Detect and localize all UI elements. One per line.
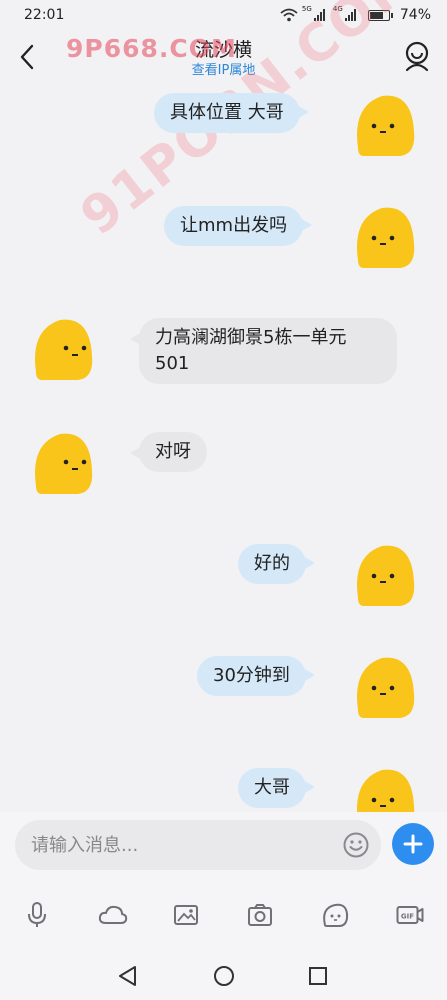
yellow-blob-avatar-icon <box>35 433 93 494</box>
microphone-icon <box>28 902 46 927</box>
message-bubble-outgoing[interactable]: 30分钟到 <box>197 656 315 696</box>
more-actions-button[interactable] <box>392 823 434 865</box>
yellow-blob-avatar-icon <box>357 95 415 156</box>
yellow-blob-avatar-icon <box>357 657 415 718</box>
emoji-button[interactable] <box>342 831 370 859</box>
message-text: 大哥 <box>254 777 290 798</box>
message-bubble-incoming[interactable]: 力高澜湖御景5栋一单元 501 <box>130 318 397 384</box>
nav-home-button[interactable] <box>212 964 236 988</box>
sticker-icon <box>323 903 349 927</box>
watermark-top: 9P668.COM <box>66 34 237 63</box>
my-avatar[interactable] <box>350 204 418 270</box>
my-avatar[interactable] <box>350 766 418 812</box>
message-input[interactable] <box>15 820 381 870</box>
square-recents-icon <box>309 967 327 985</box>
message-text: 让mm出发吗 <box>180 215 288 236</box>
message-text: 30分钟到 <box>213 665 290 686</box>
message-text-line: 501 <box>155 353 190 374</box>
my-avatar[interactable] <box>350 542 418 608</box>
system-navigation-bar <box>0 952 447 1000</box>
contact-profile-button[interactable] <box>403 40 431 74</box>
message-bubble-outgoing[interactable]: 好的 <box>238 544 315 584</box>
status-time: 22:01 <box>24 7 65 23</box>
contact-avatar[interactable] <box>28 316 96 382</box>
message-text: 好的 <box>254 553 290 574</box>
voice-button[interactable] <box>22 900 52 930</box>
nav-recents-button[interactable] <box>306 964 330 988</box>
yellow-blob-avatar-icon <box>357 207 415 268</box>
message-bubble-outgoing[interactable]: 具体位置 大哥 <box>154 93 309 133</box>
person-icon <box>405 41 429 72</box>
cloud-button[interactable] <box>96 900 130 930</box>
yellow-blob-avatar-icon <box>357 545 415 606</box>
message-text-line: 力高澜湖御景5栋一单元 <box>155 327 347 348</box>
message-bubble-outgoing[interactable]: 让mm出发吗 <box>164 206 313 246</box>
camera-button[interactable] <box>245 900 275 930</box>
message-bubble-incoming[interactable]: 对呀 <box>130 432 207 472</box>
composer-toolbar: GIF <box>0 900 447 932</box>
gif-icon: GIF <box>396 906 424 924</box>
message-bubble-outgoing[interactable]: 大哥 <box>238 768 315 808</box>
camera-icon <box>248 904 272 926</box>
cloud-icon <box>98 905 128 924</box>
message-text: 对呀 <box>155 441 191 462</box>
image-icon <box>174 905 198 925</box>
plus-icon <box>403 834 423 854</box>
image-button[interactable] <box>171 900 201 930</box>
yellow-blob-avatar-icon <box>35 319 93 380</box>
back-button[interactable] <box>14 42 40 72</box>
my-avatar[interactable] <box>350 654 418 720</box>
my-avatar[interactable] <box>350 92 418 158</box>
circle-home-icon <box>214 966 234 986</box>
smiley-icon <box>343 832 369 858</box>
contact-avatar[interactable] <box>28 430 96 496</box>
composer: GIF <box>0 812 447 952</box>
gif-label: GIF <box>401 913 414 921</box>
triangle-back-icon <box>119 966 136 986</box>
yellow-blob-avatar-icon <box>357 769 415 812</box>
wifi-icon <box>280 8 298 22</box>
sticker-button[interactable] <box>320 900 350 930</box>
message-text: 具体位置 大哥 <box>170 102 284 123</box>
gif-button[interactable]: GIF <box>395 900 425 930</box>
chevron-left-icon <box>20 44 34 70</box>
nav-back-button[interactable] <box>116 964 140 988</box>
